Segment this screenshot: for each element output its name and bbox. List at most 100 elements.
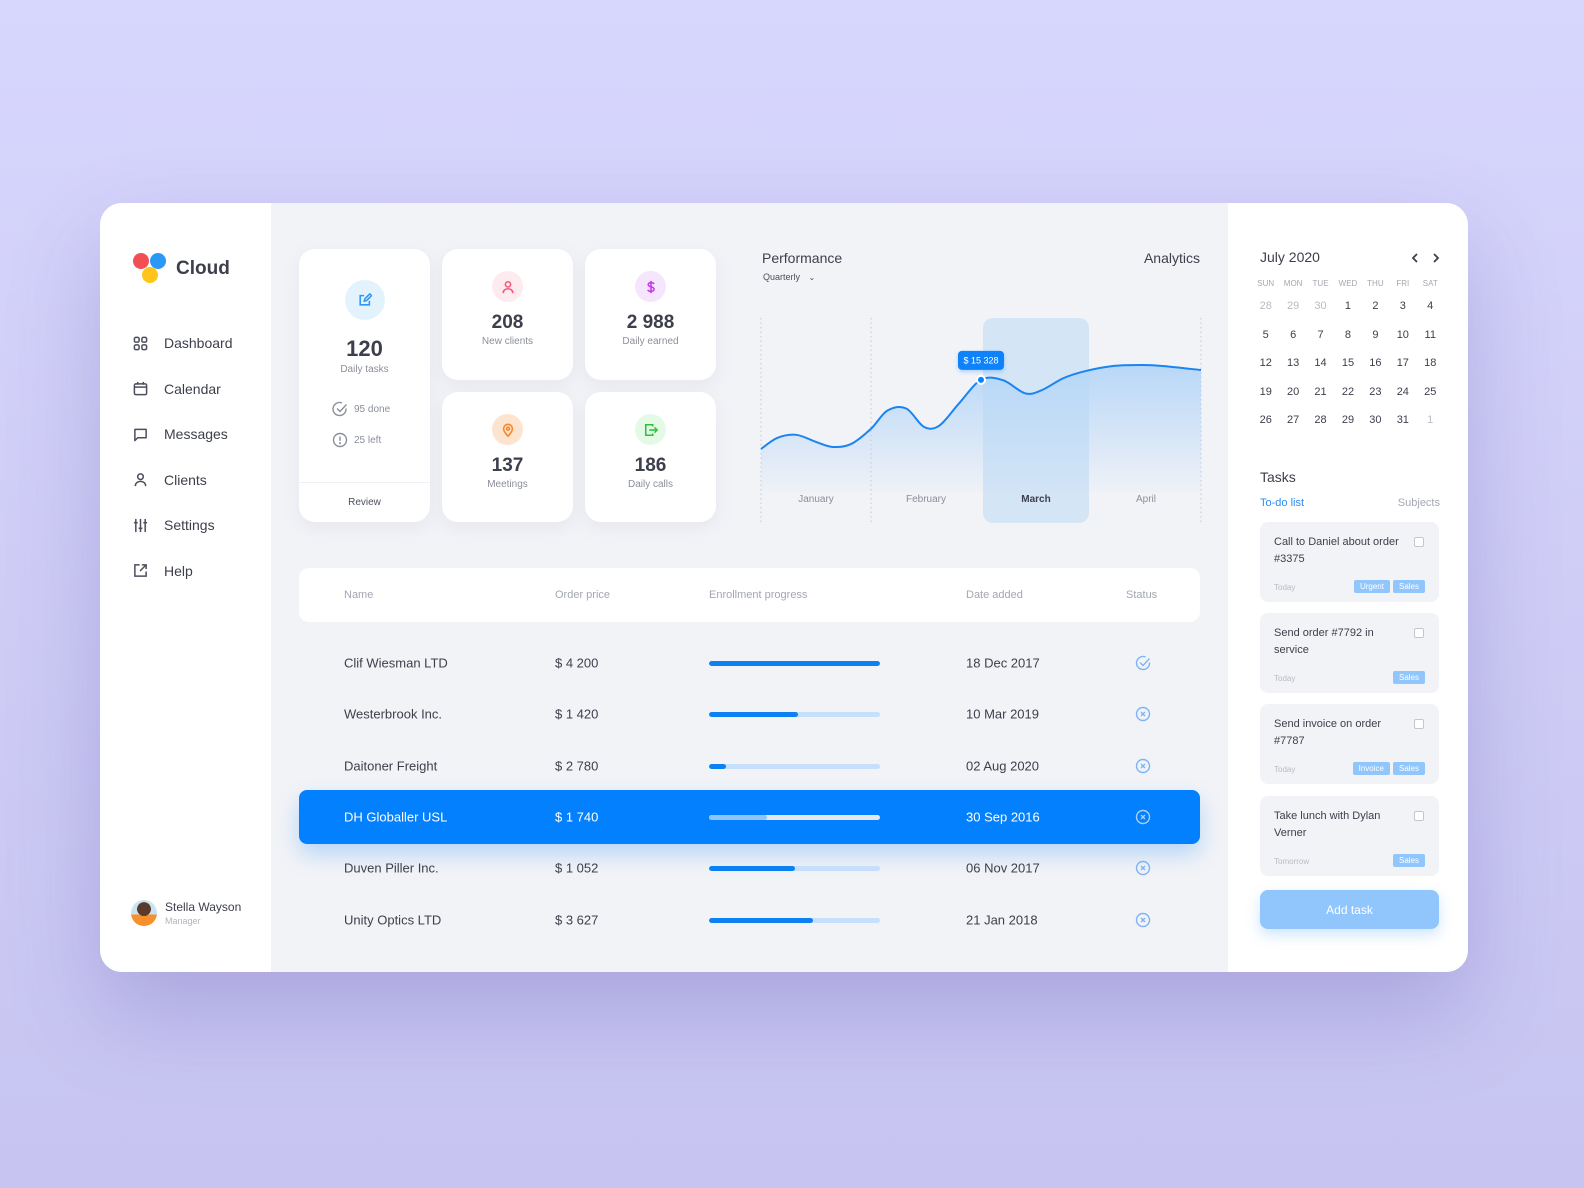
- logo[interactable]: Cloud: [133, 253, 230, 285]
- calendar-day[interactable]: 11: [1417, 321, 1444, 350]
- dollar-icon: [635, 271, 666, 302]
- row-name: Unity Optics LTD: [344, 912, 442, 928]
- calendar-day[interactable]: 20: [1279, 378, 1306, 407]
- status-cancelled[interactable]: [1135, 706, 1151, 722]
- calendar-day[interactable]: 5: [1252, 321, 1279, 350]
- calendar-day[interactable]: 3: [1389, 292, 1416, 321]
- tasks-done: 95 done: [332, 401, 430, 417]
- tab-todo-list[interactable]: To-do list: [1260, 497, 1304, 509]
- table-row[interactable]: DH Globaller USL $ 1 740 30 Sep 2016: [299, 790, 1200, 844]
- row-name: Daitoner Freight: [344, 758, 438, 774]
- calendar-day[interactable]: 22: [1334, 378, 1361, 407]
- task-checkbox[interactable]: [1414, 719, 1424, 729]
- calendar-day[interactable]: 26: [1252, 406, 1279, 435]
- table-row[interactable]: Clif Wiesman LTD $ 4 200 18 Dec 2017: [299, 636, 1200, 690]
- table-row[interactable]: Daitoner Freight $ 2 780 02 Aug 2020: [299, 739, 1200, 793]
- daily-tasks-card: 120 Daily tasks 95 done 25 left Review: [299, 249, 430, 522]
- calendar-day[interactable]: 10: [1389, 321, 1416, 350]
- chevron-left-icon: [1411, 253, 1418, 263]
- task-checkbox[interactable]: [1414, 628, 1424, 638]
- daily-earned-label: Daily earned: [622, 336, 679, 347]
- user-profile[interactable]: Stella Wayson Manager: [131, 900, 241, 926]
- calendar-day[interactable]: 7: [1307, 321, 1334, 350]
- row-name: Duven Piller Inc.: [344, 860, 439, 876]
- task-item[interactable]: Take lunch with Dylan Verner Tomorrow Sale…: [1260, 796, 1439, 876]
- calendar-day[interactable]: 31: [1389, 406, 1416, 435]
- table-row[interactable]: Westerbrook Inc. $ 1 420 10 Mar 2019: [299, 687, 1200, 741]
- task-checkbox[interactable]: [1414, 811, 1424, 821]
- calendar-day[interactable]: 12: [1252, 349, 1279, 378]
- calendar-day[interactable]: 28: [1252, 292, 1279, 321]
- next-month-button[interactable]: [1430, 251, 1442, 263]
- period-dropdown[interactable]: Quarterly ⌄: [763, 272, 815, 282]
- calendar-day[interactable]: 14: [1307, 349, 1334, 378]
- grid-icon: [133, 336, 148, 350]
- calendar-day[interactable]: 6: [1279, 321, 1306, 350]
- row-date: 02 Aug 2020: [966, 758, 1040, 774]
- review-button[interactable]: Review: [299, 482, 430, 522]
- column-header-date[interactable]: Date added: [966, 589, 1023, 601]
- sidebar-item-messages[interactable]: Messages: [133, 424, 233, 444]
- status-done[interactable]: [1135, 655, 1151, 671]
- calendar-day[interactable]: 17: [1389, 349, 1416, 378]
- external-link-icon: [134, 564, 147, 578]
- calendar-grid: SUN MON TUE WED THU FRI SAT 28 29 30 1 2 3 4 5 6 7 8 9 10 1…: [1252, 279, 1444, 435]
- column-header-progress[interactable]: Enrollment progress: [709, 589, 807, 601]
- calendar-day[interactable]: 21: [1307, 378, 1334, 407]
- calendar-day[interactable]: 30: [1362, 406, 1389, 435]
- analytics-link[interactable]: Analytics: [1144, 250, 1200, 266]
- status-cancelled[interactable]: [1135, 809, 1151, 825]
- calendar-day[interactable]: 1: [1417, 406, 1444, 435]
- add-task-button[interactable]: Add task: [1260, 890, 1439, 929]
- prev-month-button[interactable]: [1409, 251, 1421, 263]
- calendar-day[interactable]: 16: [1362, 349, 1389, 378]
- calendar-day[interactable]: 9: [1362, 321, 1389, 350]
- task-checkbox[interactable]: [1414, 537, 1424, 547]
- sidebar-item-dashboard[interactable]: Dashboard: [133, 333, 233, 353]
- column-header-name[interactable]: Name: [344, 589, 373, 601]
- column-header-price[interactable]: Order price: [555, 589, 610, 601]
- task-item[interactable]: Send invoice on order #7787 Today Invoice S…: [1260, 704, 1439, 784]
- sidebar-item-settings[interactable]: Settings: [133, 515, 233, 535]
- task-item[interactable]: Call to Daniel about order #3375 Today Urg…: [1260, 522, 1439, 602]
- calendar-day[interactable]: 30: [1307, 292, 1334, 321]
- tab-subjects[interactable]: Subjects: [1398, 497, 1440, 509]
- calendar-day[interactable]: 8: [1334, 321, 1361, 350]
- daily-calls-value: 186: [634, 455, 667, 476]
- table-row[interactable]: Unity Optics LTD $ 3 627 21 Jan 2018: [299, 893, 1200, 947]
- calendar-day[interactable]: 23: [1362, 378, 1389, 407]
- calendar-day[interactable]: 1: [1334, 292, 1361, 321]
- sidebar-item-calendar[interactable]: Calendar: [133, 379, 233, 399]
- user-icon: [492, 271, 523, 302]
- calendar-day[interactable]: 29: [1279, 292, 1306, 321]
- calendar-day[interactable]: 2: [1362, 292, 1389, 321]
- weekday-label: SUN: [1257, 279, 1275, 288]
- enrollment-progress-bar: [709, 865, 880, 871]
- calendar-day[interactable]: 4: [1417, 292, 1444, 321]
- row-price: $ 1 052: [555, 860, 599, 876]
- status-cancelled[interactable]: [1135, 860, 1151, 876]
- table-row[interactable]: Duven Piller Inc. $ 1 052 06 Nov 2017: [299, 841, 1200, 895]
- calendar-day[interactable]: 27: [1279, 406, 1306, 435]
- status-cancelled[interactable]: [1135, 758, 1151, 774]
- x-circle-icon: [1135, 758, 1151, 774]
- task-text: Call to Daniel about order #3375: [1274, 536, 1399, 565]
- calendar-day[interactable]: 18: [1417, 349, 1444, 378]
- calendar-day[interactable]: 29: [1334, 406, 1361, 435]
- sidebar-item-help[interactable]: Help: [133, 561, 233, 581]
- sidebar-item-clients[interactable]: Clients: [133, 470, 233, 490]
- task-due: Today: [1274, 674, 1296, 683]
- calendar-day[interactable]: 28: [1307, 406, 1334, 435]
- x-circle-icon: [1135, 912, 1151, 928]
- calendar-day[interactable]: 25: [1417, 378, 1444, 407]
- user-icon: [134, 473, 147, 487]
- calendar-day[interactable]: 15: [1334, 349, 1361, 378]
- avatar: [131, 900, 157, 926]
- calendar-day[interactable]: 13: [1279, 349, 1306, 378]
- task-item[interactable]: Send order #7792 in service Today Sales: [1260, 613, 1439, 693]
- calendar-day[interactable]: 19: [1252, 378, 1279, 407]
- daily-tasks-value: 120: [346, 336, 383, 361]
- calendar-day[interactable]: 24: [1389, 378, 1416, 407]
- column-header-status[interactable]: Status: [1126, 589, 1157, 601]
- status-cancelled[interactable]: [1135, 912, 1151, 928]
